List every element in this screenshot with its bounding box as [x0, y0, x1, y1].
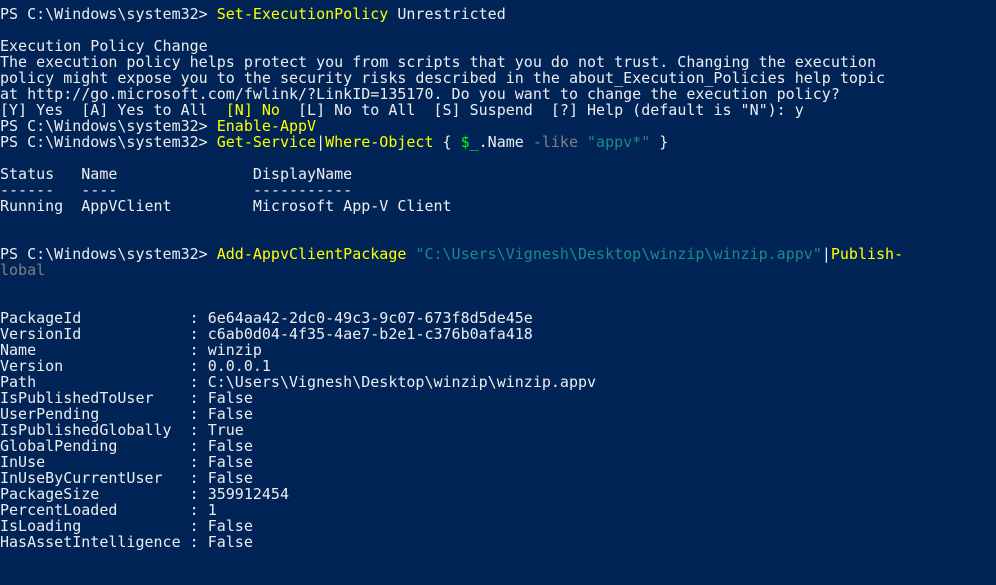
package-property-row: IsLoading : False	[0, 518, 253, 534]
property-key: HasAssetIntelligence	[0, 533, 190, 551]
policy-choices: [Y] Yes [A] Yes to All [N] No [L] No to …	[0, 102, 804, 118]
property-separator: :	[189, 533, 208, 551]
pipe-operator: |	[316, 133, 326, 151]
pipeline-variable: $_	[460, 133, 479, 151]
package-property-row: IsPublishedToUser : False	[0, 390, 253, 406]
policy-title: Execution Policy Change	[0, 37, 208, 55]
package-property-row: HasAssetIntelligence : False	[0, 534, 253, 550]
console-line-cmd4: PS C:\Windows\system32> Add-AppvClientPa…	[0, 246, 903, 262]
package-property-row: UserPending : False	[0, 406, 253, 422]
script-block-close: }	[650, 133, 669, 151]
service-table-row: Running AppVClient Microsoft App-V Clien…	[0, 197, 452, 215]
property-value: 359912454	[207, 485, 289, 503]
policy-text-line: policy might expose you to the security …	[0, 69, 886, 87]
service-table-header: Status Name DisplayName	[0, 165, 353, 183]
package-property-row: Version : 0.0.0.1	[0, 358, 271, 374]
powershell-console[interactable]: PS C:\Windows\system32> Set-ExecutionPol…	[0, 0, 996, 585]
string-literal: "C:\Users\Vignesh\Desktop\winzip\winzip.…	[406, 245, 822, 263]
console-line-cmd2: PS C:\Windows\system32> Enable-AppV	[0, 118, 316, 134]
package-property-row: Path : C:\Users\Vignesh\Desktop\winzip\w…	[0, 374, 596, 390]
console-line-cmd1: PS C:\Windows\system32> Set-ExecutionPol…	[0, 6, 506, 22]
choice-rest: [L] No to All [S] Suspend [?] Help (defa…	[279, 101, 804, 119]
command-name: Get-Service	[216, 133, 317, 151]
package-property-row: InUse : False	[0, 454, 253, 470]
string-literal: "appv*"	[578, 133, 651, 151]
wrapped-parameter: lobal	[0, 261, 46, 279]
package-property-row: VersionId : c6ab0d04-4f35-4ae7-b2e1-c376…	[0, 326, 533, 342]
package-property-row: PackageId : 6e64aa42-2dc0-49c3-9c07-673f…	[0, 310, 533, 326]
package-property-row: PackageSize : 359912454	[0, 486, 289, 502]
command-name: Set-ExecutionPolicy	[216, 5, 389, 23]
console-line-wrap: lobal	[0, 262, 45, 278]
package-property-row: IsPublishedGlobally : True	[0, 422, 244, 438]
property-name: .Name	[478, 133, 533, 151]
command-name: Publish-	[830, 245, 904, 263]
package-property-row: InUseByCurrentUser : False	[0, 470, 253, 486]
pipe-operator: |	[821, 245, 831, 263]
package-property-row: PercentLoaded : 1	[0, 502, 217, 518]
command-name: Add-AppvClientPackage	[216, 245, 407, 263]
command-name: Where-Object	[325, 133, 434, 151]
prompt: PS C:\Windows\system32>	[0, 5, 217, 23]
property-value: C:\Users\Vignesh\Desktop\winzip\winzip.a…	[207, 373, 597, 391]
prompt: PS C:\Windows\system32>	[0, 133, 217, 151]
script-block-open: {	[433, 133, 461, 151]
service-table-divider: ------ ---- -----------	[0, 181, 353, 199]
command-argument: Unrestricted	[388, 5, 506, 23]
package-property-row: Name : winzip	[0, 342, 262, 358]
comparison-operator: -like	[532, 133, 578, 151]
package-property-row: GlobalPending : False	[0, 438, 253, 454]
policy-text-line: The execution policy helps protect you f…	[0, 53, 876, 71]
policy-text-line: at http://go.microsoft.com/fwlink/?LinkI…	[0, 85, 840, 103]
property-value: False	[207, 533, 253, 551]
console-line-cmd3: PS C:\Windows\system32> Get-Service|Wher…	[0, 134, 668, 150]
